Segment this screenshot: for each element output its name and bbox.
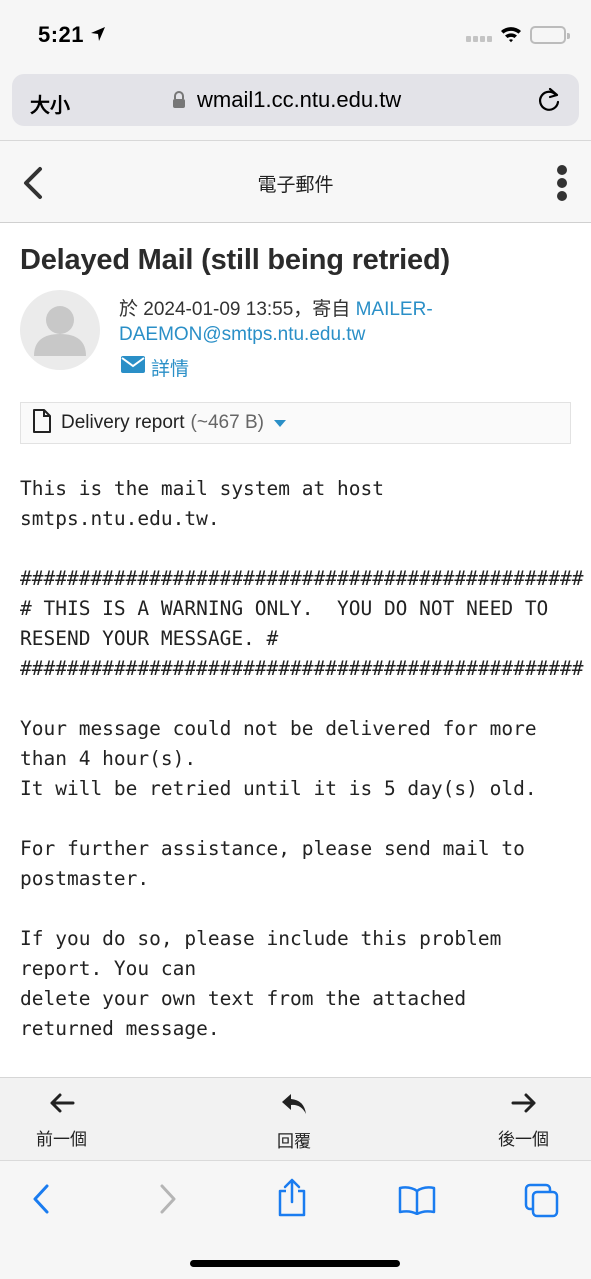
- text-size-button[interactable]: 大小: [30, 89, 70, 118]
- sender-link-continued[interactable]: DAEMON@smtps.ntu.edu.tw: [119, 324, 365, 346]
- message-meta: 於 2024-01-09 13:55，寄自 MAILER-: [119, 294, 433, 321]
- attachment-delivery-report[interactable]: Delivery report (~467 B): [20, 402, 571, 444]
- more-vertical-icon[interactable]: [551, 163, 573, 203]
- reply-button[interactable]: 回覆: [277, 1092, 311, 1152]
- message-subject: Delayed Mail (still being retried): [20, 244, 450, 276]
- reply-icon: [277, 1092, 311, 1121]
- reload-icon[interactable]: [536, 87, 562, 118]
- reply-label: 回覆: [277, 1132, 311, 1151]
- cellular-signal-icon: [466, 36, 492, 42]
- envelope-icon: [121, 356, 145, 379]
- document-icon: [33, 408, 51, 438]
- page-header: 電子郵件: [0, 140, 591, 223]
- browser-toolbar: 大小 wmail1.cc.ntu.edu.tw: [0, 70, 591, 140]
- location-arrow-icon: [90, 26, 106, 47]
- attachment-name: Delivery report: [61, 412, 185, 433]
- next-label: 後一個: [498, 1130, 549, 1149]
- previous-message-button[interactable]: 前一個: [36, 1092, 87, 1150]
- details-link[interactable]: 詳情: [121, 354, 189, 381]
- message-date: 於 2024-01-09 13:55，寄自: [119, 299, 356, 320]
- share-icon[interactable]: [276, 1177, 308, 1222]
- caret-down-icon[interactable]: [273, 419, 286, 427]
- message-action-bar: 前一個 回覆 後一個: [0, 1077, 591, 1160]
- message-body: This is the mail system at host smtps.nt…: [20, 477, 584, 1040]
- address-bar[interactable]: 大小 wmail1.cc.ntu.edu.tw: [12, 74, 579, 126]
- lock-icon: [172, 91, 186, 114]
- previous-label: 前一個: [36, 1130, 87, 1149]
- battery-icon: [530, 26, 570, 44]
- url-text[interactable]: wmail1.cc.ntu.edu.tw: [197, 87, 401, 113]
- arrow-right-icon: [498, 1092, 549, 1119]
- wifi-icon: [500, 25, 522, 48]
- details-label: 詳情: [151, 359, 190, 380]
- status-time: 5:21: [38, 22, 85, 47]
- attachment-size: (~467 B): [190, 412, 264, 433]
- browser-back-icon[interactable]: [30, 1181, 52, 1222]
- arrow-left-icon: [36, 1092, 87, 1119]
- sender-link[interactable]: MAILER-: [356, 299, 433, 320]
- page-title: 電子郵件: [257, 175, 334, 196]
- next-message-button[interactable]: 後一個: [498, 1092, 549, 1150]
- home-indicator: [190, 1260, 400, 1267]
- tabs-icon[interactable]: [524, 1183, 560, 1224]
- browser-forward-icon[interactable]: [157, 1181, 179, 1222]
- status-bar: 5:21: [0, 0, 591, 70]
- avatar: [20, 290, 100, 370]
- bookmarks-icon[interactable]: [398, 1185, 436, 1220]
